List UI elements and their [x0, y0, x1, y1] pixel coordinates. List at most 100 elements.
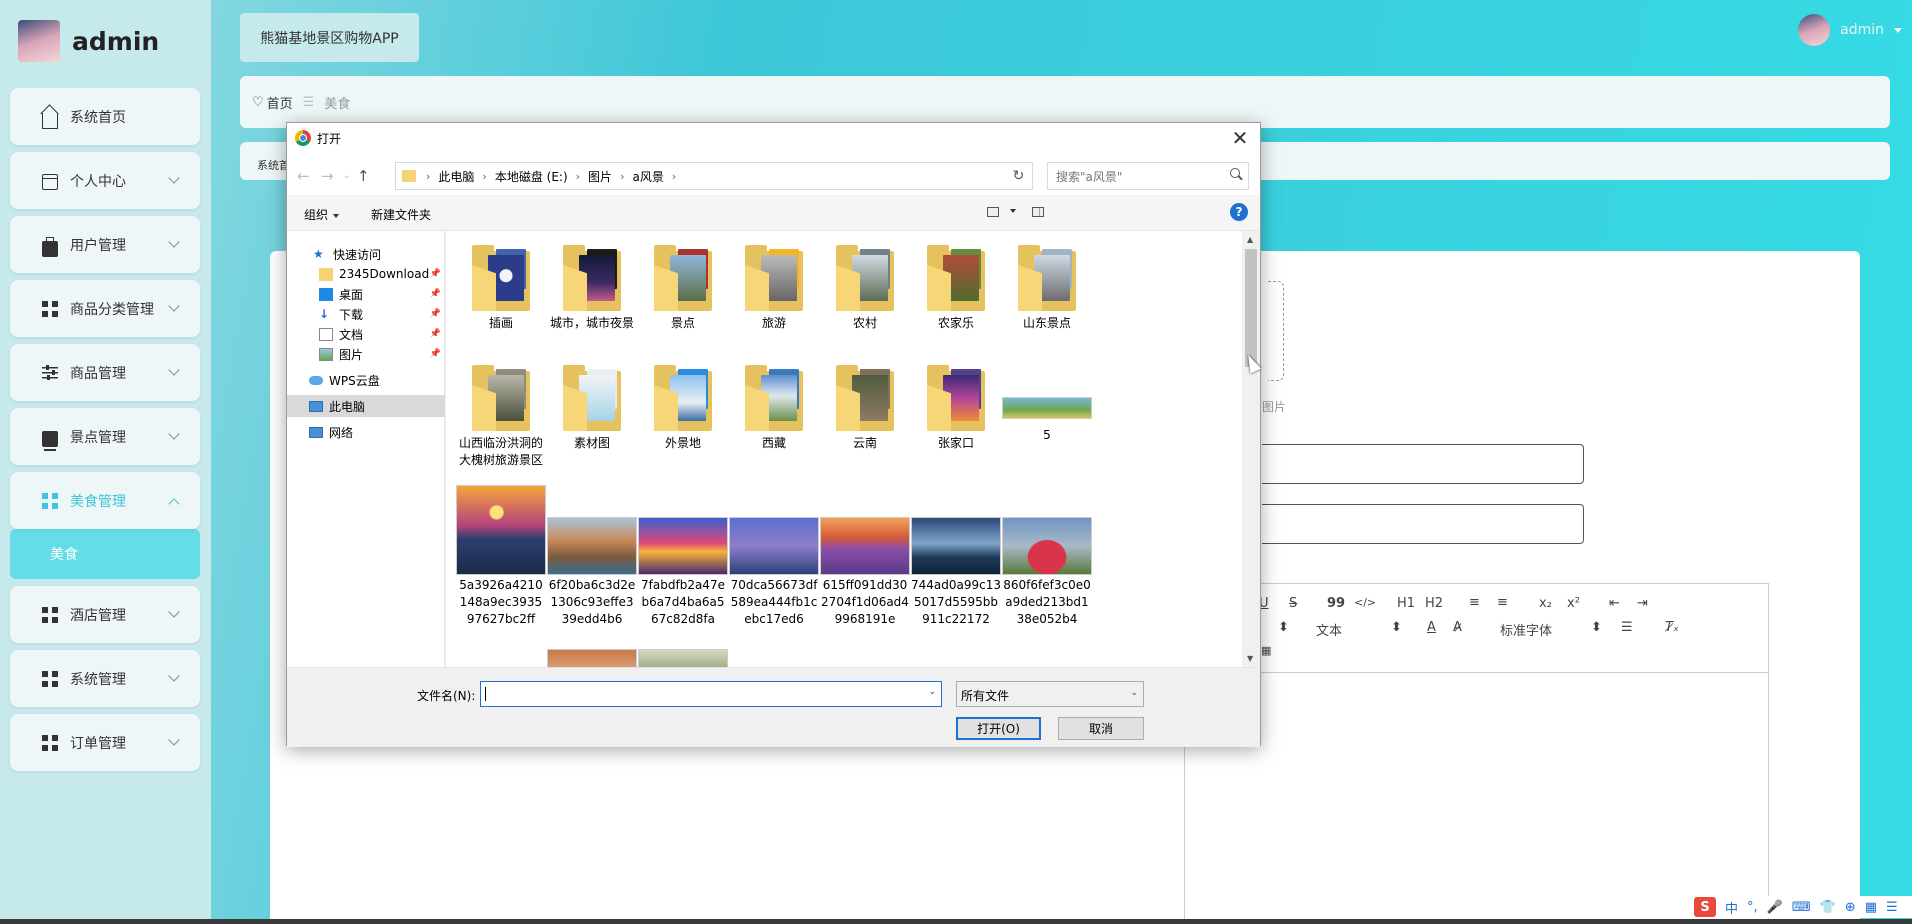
image-file-item[interactable]: 7fabdfb2a47eb6a7d4ba6a567c82d8fa [638, 485, 728, 628]
close-icon[interactable]: ✕ [1228, 126, 1252, 150]
grid-icon[interactable]: ▦ [1865, 900, 1877, 915]
folder-item[interactable]: 景点 [638, 245, 728, 332]
menu-item-profile[interactable]: 个人中心 [10, 152, 200, 209]
chevron-down-icon[interactable]: ⌄ [928, 687, 936, 697]
image-file-item[interactable]: 5a3926a4210148a9ec393597627bc2ff [456, 485, 546, 628]
folder-item[interactable]: 素材图 [547, 365, 637, 452]
folder-item[interactable]: 云南 [820, 365, 910, 452]
path-segment[interactable]: 图片 [588, 168, 612, 185]
organize-button[interactable]: 组织 [304, 206, 339, 223]
filename-input[interactable]: ⌄ [480, 681, 942, 707]
nav-pinned-documents[interactable]: 文档📌 [287, 323, 445, 345]
nav-this-pc[interactable]: 此电脑 [287, 395, 445, 417]
cancel-button[interactable]: 取消 [1058, 717, 1144, 740]
superscript-button[interactable]: x² [1567, 596, 1580, 611]
sogou-logo-icon[interactable]: S [1694, 897, 1716, 917]
view-mode-icon[interactable] [987, 207, 999, 217]
folder-item[interactable]: 张家口 [911, 365, 1001, 452]
open-button[interactable]: 打开(O) [956, 717, 1041, 740]
rich-text-editor[interactable]: U S 99 </> H1 H2 ≡ ≡ x₂ x² ⇤ ⇥ ⬍ 文本 ⬍ A … [1184, 583, 1769, 924]
bullet-list-button[interactable]: ≡ [1497, 595, 1508, 610]
image-file-item[interactable]: 5 [1002, 365, 1092, 444]
history-dropdown-icon[interactable]: ⌄ [343, 171, 351, 181]
image-file-item[interactable] [547, 649, 637, 667]
menu-item-users[interactable]: 用户管理 [10, 216, 200, 273]
filetype-select[interactable]: 所有文件⌄ [956, 681, 1144, 707]
h2-button[interactable]: H2 [1425, 596, 1443, 611]
file-list-scrollbar[interactable]: ▲ ▼ [1242, 231, 1260, 667]
refresh-icon[interactable]: ↻ [1005, 162, 1033, 190]
background-color-button[interactable]: A̷ [1453, 620, 1462, 635]
menu-item-hotels[interactable]: 酒店管理 [10, 586, 200, 643]
h1-button[interactable]: H1 [1397, 596, 1415, 611]
form-input-2[interactable] [1262, 504, 1584, 544]
app-title-button[interactable]: 熊猫基地景区购物APP [240, 13, 419, 62]
skin-icon[interactable]: 👕 [1820, 900, 1836, 915]
menu-item-food[interactable]: 美食管理 [10, 472, 200, 529]
quote-button[interactable]: 99 [1327, 596, 1345, 611]
breadcrumb-home[interactable]: 首页 [267, 93, 293, 112]
ime-punctuation-icon[interactable]: °, [1747, 900, 1758, 915]
ime-mode-chinese[interactable]: 中 [1725, 898, 1738, 917]
menu-item-categories[interactable]: 商品分类管理 [10, 280, 200, 337]
nav-quick-access[interactable]: ★快速访问 [287, 243, 445, 265]
path-segment[interactable]: 本地磁盘 (E:) [495, 168, 568, 185]
clear-format-button[interactable]: T̷ₓ [1665, 620, 1679, 635]
menu-item-products[interactable]: 商品管理 [10, 344, 200, 401]
folder-item[interactable]: 山东景点 [1002, 245, 1092, 332]
folder-item[interactable]: 西藏 [729, 365, 819, 452]
ordered-list-button[interactable]: ≡ [1469, 595, 1480, 610]
indent-button[interactable]: ⇥ [1637, 596, 1648, 611]
subscript-button[interactable]: x₂ [1539, 596, 1552, 611]
back-arrow-icon[interactable]: ← [297, 167, 310, 185]
nav-wps-cloud[interactable]: WPS云盘 [287, 369, 445, 391]
menu-item-home[interactable]: 系统首页 [10, 88, 200, 145]
folder-item[interactable]: 农家乐 [911, 245, 1001, 332]
user-menu[interactable]: admin [1798, 14, 1902, 46]
image-file-item[interactable] [638, 649, 728, 667]
code-button[interactable]: </> [1354, 596, 1376, 609]
align-button[interactable]: ☰ [1621, 620, 1633, 635]
folder-item[interactable]: 外景地 [638, 365, 728, 452]
new-folder-button[interactable]: 新建文件夹 [371, 206, 431, 223]
nav-pinned-pictures[interactable]: 图片📌 [287, 343, 445, 365]
address-bar[interactable]: › 此电脑 › 本地磁盘 (E:) › 图片 › a风景 › ⌄ [395, 162, 1006, 190]
strike-button[interactable]: S [1289, 596, 1297, 611]
forward-arrow-icon[interactable]: → [321, 167, 334, 185]
scroll-up-icon[interactable]: ▲ [1247, 235, 1253, 244]
image-file-item[interactable]: 860f6fef3c0e0a9ded213bd138e052b4 [1002, 485, 1092, 628]
up-arrow-icon[interactable]: ↑ [357, 167, 370, 185]
menu-item-orders[interactable]: 订单管理 [10, 714, 200, 771]
submenu-item-food[interactable]: 美食 [10, 529, 200, 579]
scrollbar-thumb[interactable] [1245, 249, 1257, 367]
nav-pinned-desktop[interactable]: 桌面📌 [287, 283, 445, 305]
path-segment[interactable]: 此电脑 [438, 168, 474, 185]
image-upload[interactable] [1268, 281, 1284, 381]
folder-item[interactable]: 城市，城市夜景 [547, 245, 637, 332]
nav-network[interactable]: 网络 [287, 421, 445, 443]
path-segment[interactable]: a风景 [632, 168, 663, 185]
image-file-item[interactable]: 744ad0a99c135017d5595bb911c22172 [911, 485, 1001, 628]
toolbox-icon[interactable]: ⊕ [1845, 900, 1856, 915]
folder-item[interactable]: 农村 [820, 245, 910, 332]
text-format-select[interactable]: 文本 [1316, 620, 1342, 639]
image-file-item[interactable]: 615ff091dd302704f1d06ad49968191e [820, 485, 910, 628]
scroll-down-icon[interactable]: ▼ [1247, 654, 1253, 663]
view-dropdown-icon[interactable] [1005, 203, 1016, 217]
nav-pinned-2345download[interactable]: 2345Download📌 [287, 263, 445, 285]
help-icon[interactable]: ? [1230, 203, 1248, 221]
folder-item[interactable]: 旅游 [729, 245, 819, 332]
keyboard-icon[interactable]: ⌨ [1792, 900, 1811, 915]
table-button[interactable]: ▦ [1261, 644, 1271, 657]
form-input-1[interactable] [1262, 444, 1584, 484]
image-file-item[interactable]: 6f20ba6c3d2e1306c93effe339edd4b6 [547, 485, 637, 628]
font-color-button[interactable]: A [1427, 620, 1436, 635]
search-input[interactable]: 搜索"a风景" [1047, 162, 1249, 190]
folder-item[interactable]: 插画 [456, 245, 546, 332]
menu-item-system[interactable]: 系统管理 [10, 650, 200, 707]
nav-pinned-downloads[interactable]: ↓下载📌 [287, 303, 445, 325]
image-file-item[interactable]: 70dca56673df589ea444fb1cebc17ed6 [729, 485, 819, 628]
preview-pane-icon[interactable] [1032, 207, 1044, 217]
menu-item-spots[interactable]: 景点管理 [10, 408, 200, 465]
folder-item[interactable]: 山西临汾洪洞的大槐树旅游景区 [456, 365, 546, 469]
